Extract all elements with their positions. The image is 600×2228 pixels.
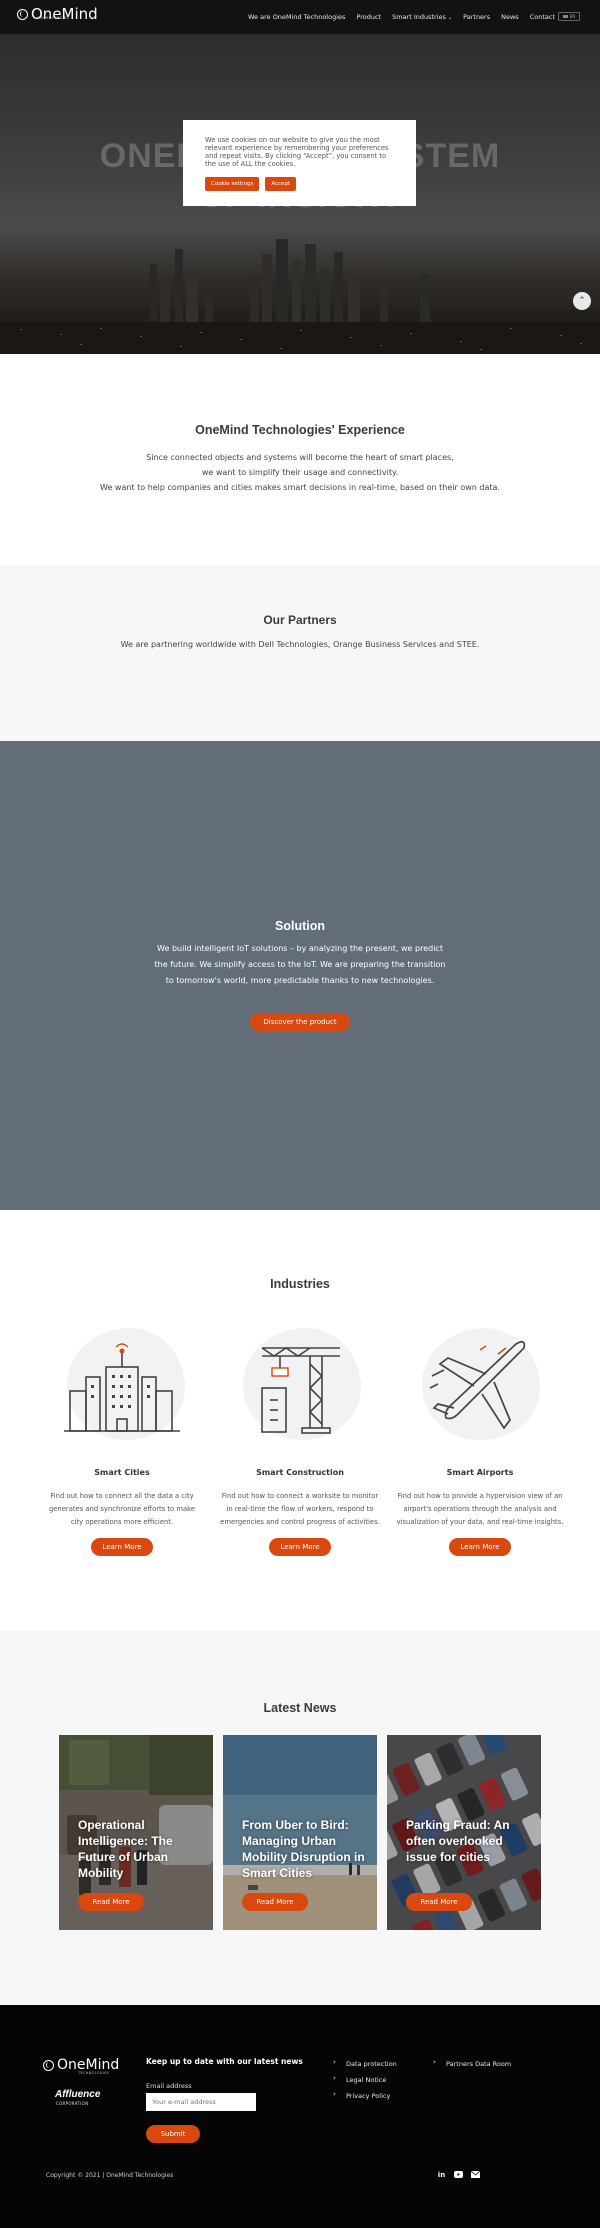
nav-news[interactable]: News: [501, 13, 519, 21]
read-more-button[interactable]: Read More: [242, 1893, 308, 1911]
text-line: Find out how to connect a worksite to mo…: [221, 1492, 379, 1500]
flag-icon: [562, 15, 568, 18]
learn-more-smart-construction-button[interactable]: Learn More: [269, 1538, 331, 1556]
experience-line1: Since connected objects and systems will…: [146, 453, 454, 462]
email-label: Email address: [146, 2082, 192, 2090]
news-title[interactable]: Operational Intelligence: The Future of …: [78, 1817, 202, 1881]
news-title[interactable]: From Uber to Bird: Managing Urban Mobili…: [242, 1817, 366, 1881]
news-title[interactable]: Parking Fraud: An often overlooked issue…: [406, 1817, 530, 1865]
chevron-up-icon: ⌃: [578, 295, 586, 306]
nav-smart-industries-label: Smart Industries: [392, 13, 446, 21]
solution-line1: We build intelligent IoT solutions – by …: [157, 944, 443, 953]
language-label: EN: [569, 14, 576, 19]
text-line: Find out how to provide a hypervision vi…: [397, 1492, 563, 1500]
read-more-button[interactable]: Read More: [406, 1893, 472, 1911]
nav-contact[interactable]: Contact: [530, 13, 555, 21]
chevron-right-icon: ›: [333, 2058, 336, 2066]
email-icon[interactable]: [470, 2170, 481, 2180]
cookie-accept-button[interactable]: Accept: [265, 177, 297, 191]
learn-more-smart-cities-button[interactable]: Learn More: [91, 1538, 153, 1556]
newsletter-title: Keep up to date with our latest news: [146, 2057, 303, 2066]
text-line: generates and synchronize efforts to mak…: [48, 1505, 196, 1513]
scroll-up-button[interactable]: ⌃: [573, 292, 591, 310]
footer-logo-text: OneMind: [57, 2057, 120, 2073]
experience-title: OneMind Technologies' Experience: [195, 423, 405, 437]
city-skyline-image: [0, 239, 600, 354]
logo-subtitle: TECHNOLOGIES: [38, 16, 70, 20]
construction-crane-icon: [261, 1347, 340, 1434]
main-nav: We are OneMind Technologies Product Smar…: [248, 13, 555, 21]
nav-product[interactable]: Product: [356, 13, 381, 21]
nav-we-are[interactable]: We are OneMind Technologies: [248, 13, 345, 21]
cookie-message: We use cookies on our website to give yo…: [205, 136, 389, 168]
learn-more-smart-airports-button[interactable]: Learn More: [449, 1538, 511, 1556]
affluence-logo: Affluence: [55, 2089, 101, 2100]
industries-section: Industries Smart Cities Find out how to …: [0, 1210, 600, 1631]
youtube-icon[interactable]: [454, 2171, 463, 2180]
solution-title: Solution: [275, 919, 325, 933]
smart-city-icon: [64, 1343, 180, 1432]
site-footer: OneMind TECHNOLOGIES Affluence CORPORATI…: [0, 2005, 600, 2228]
industry-card-smart-cities: Smart Cities Find out how to connect all…: [32, 1328, 212, 1568]
cookie-consent-banner: We use cookies on our website to give yo…: [183, 120, 416, 206]
news-card[interactable]: Operational Intelligence: The Future of …: [59, 1735, 213, 1930]
industry-text-smart-airports: Find out how to provide a hypervision vi…: [390, 1490, 570, 1529]
chevron-right-icon: ›: [333, 2074, 336, 2082]
logo-icon: [43, 2059, 54, 2071]
footer-logo-subtitle: TECHNOLOGIES: [78, 2071, 110, 2075]
industry-title-smart-airports: Smart Airports: [446, 1468, 514, 1477]
partners-section: Our Partners We are partnering worldwide…: [0, 565, 600, 741]
news-card[interactable]: From Uber to Bird: Managing Urban Mobili…: [223, 1735, 377, 1930]
newsletter-submit-button[interactable]: Submit: [146, 2125, 200, 2143]
latest-news-title: Latest News: [263, 1701, 337, 1715]
text-line: airport's operations through the analysi…: [403, 1505, 557, 1513]
industries-title: Industries: [270, 1277, 330, 1291]
linkedin-icon[interactable]: in: [437, 2171, 446, 2180]
cookie-settings-button[interactable]: Cookie settings: [205, 177, 260, 191]
hero-banner: ONEMIND ECOSYSTEM OF INSIGHT We use cook…: [0, 34, 600, 354]
newsletter-email-input[interactable]: [146, 2093, 256, 2111]
chevron-right-icon: ›: [333, 2090, 336, 2098]
top-navigation-bar: OneMind TECHNOLOGIES We are OneMind Tech…: [0, 0, 600, 34]
text-line: emergencies and control progress of acti…: [220, 1518, 380, 1526]
discover-product-button[interactable]: Discover the product: [250, 1013, 350, 1031]
affluence-subtitle: CORPORATION: [56, 2101, 89, 2106]
industry-text-smart-construction: Find out how to connect a worksite to mo…: [210, 1490, 390, 1529]
read-more-button[interactable]: Read More: [78, 1893, 144, 1911]
partners-text: We are partnering worldwide with Dell Te…: [120, 640, 480, 649]
experience-section: OneMind Technologies' Experience Since c…: [0, 354, 600, 565]
language-switcher[interactable]: EN: [558, 12, 580, 21]
footer-link-partners-data-room[interactable]: Partners Data Room: [446, 2060, 511, 2068]
industry-text-smart-cities: Find out how to connect all the data a c…: [32, 1490, 212, 1529]
industry-title-smart-cities: Smart Cities: [94, 1468, 150, 1477]
solution-line2: the future. We simplify access to the Io…: [154, 960, 446, 969]
solution-section: Solution We build intelligent IoT soluti…: [0, 741, 600, 1210]
partners-title: Our Partners: [263, 613, 337, 627]
copyright-text: Copyright © 2021 | OneMind Technologies: [46, 2172, 174, 2179]
nav-partners[interactable]: Partners: [463, 13, 490, 21]
experience-line2: we want to simplify their usage and conn…: [201, 468, 399, 477]
nav-smart-industries[interactable]: Smart Industries ⌄: [392, 13, 452, 21]
chevron-down-icon: ⌄: [447, 15, 453, 21]
news-card[interactable]: Parking Fraud: An often overlooked issue…: [387, 1735, 541, 1930]
logo-icon: [17, 8, 28, 20]
text-line: in real-time the flow of workers, respon…: [226, 1505, 374, 1513]
footer-logo[interactable]: OneMind: [43, 2058, 119, 2072]
chevron-right-icon: ›: [433, 2058, 436, 2066]
text-line: Find out how to connect all the data a c…: [50, 1492, 194, 1500]
footer-link-privacy-policy[interactable]: Privacy Policy: [346, 2092, 390, 2100]
text-line: city operations more efficient.: [70, 1518, 174, 1526]
footer-link-legal-notice[interactable]: Legal Notice: [346, 2076, 386, 2084]
industry-card-smart-construction: Smart Construction Find out how to conne…: [210, 1328, 390, 1568]
text-line: visualization of your data, and real-tim…: [396, 1518, 564, 1526]
solution-line3: to tomorrow's world, more predictable th…: [165, 976, 435, 985]
airplane-icon: [429, 1340, 526, 1430]
footer-link-data-protection[interactable]: Data protection: [346, 2060, 397, 2068]
industry-card-smart-airports: Smart Airports Find out how to provide a…: [390, 1328, 570, 1568]
industry-title-smart-construction: Smart Construction: [256, 1468, 344, 1477]
experience-line3: We want to help companies and cities mak…: [100, 483, 500, 492]
